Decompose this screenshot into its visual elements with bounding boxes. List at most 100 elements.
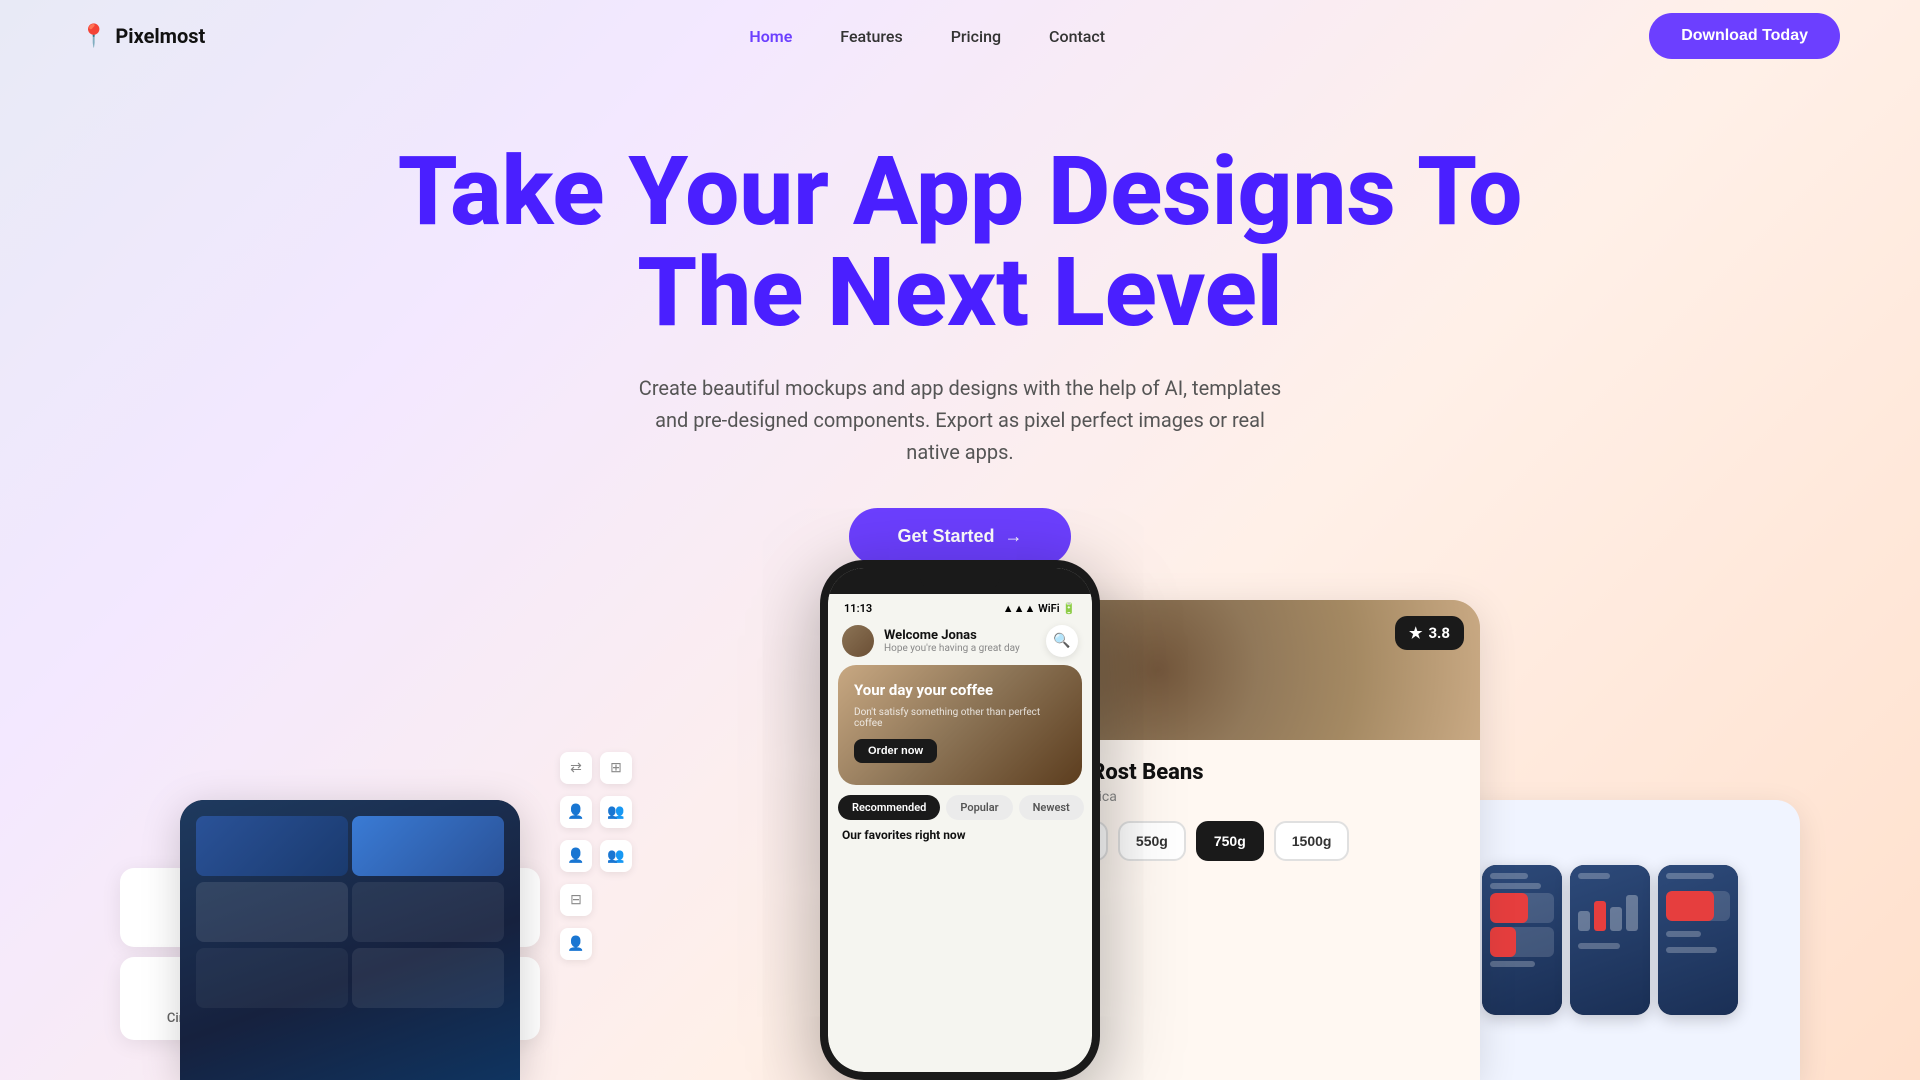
icon-row-4: ⊟ [560, 884, 632, 916]
hero-headline-line1: Take Your App Designs To [398, 136, 1523, 248]
icon-box-6[interactable]: 👥 [600, 840, 632, 872]
hero-section: Take Your App Designs To The Next Level … [0, 72, 1920, 565]
brd-bar-fill-1 [1490, 893, 1528, 923]
brd-line-4 [1578, 873, 1610, 879]
nav-item-pricing[interactable]: Pricing [951, 27, 1001, 46]
icon-box-4[interactable]: 👥 [600, 796, 632, 828]
icon-box-1[interactable]: ⇄ [560, 752, 592, 784]
nav-item-contact[interactable]: Contact [1049, 27, 1105, 46]
icon-row-3: 👤 👥 [560, 840, 632, 872]
nav-link-pricing[interactable]: Pricing [951, 27, 1001, 46]
hero-subtitle: Create beautiful mockups and app designs… [630, 372, 1290, 468]
phone-banner-text: Your day your coffee [854, 681, 1066, 701]
mini-bar-1 [1578, 911, 1590, 931]
brd-phone-1 [1482, 865, 1562, 1015]
phone-status-bar: 11:13 ▲▲▲ WiFi 🔋 [828, 594, 1092, 619]
brd-bar-fill-3 [1666, 891, 1714, 921]
phone-header: Welcome Jonas Hope you're having a great… [828, 619, 1092, 665]
brd-bar-fill-2 [1490, 927, 1516, 957]
hero-headline: Take Your App Designs To The Next Level [360, 142, 1560, 344]
phone-greeting-sub: Hope you're having a great day [884, 643, 1036, 654]
device-screen-row-3 [196, 948, 504, 1008]
logo-text: Pixelmost [115, 24, 205, 48]
dsr-thumb-4 [352, 882, 504, 942]
nav-link-features[interactable]: Features [840, 27, 902, 46]
logo-icon: 📍 [80, 24, 107, 49]
phone-banner: Your day your coffee Don't satisfy somet… [838, 665, 1082, 785]
device-bottom-left [180, 800, 520, 1080]
get-started-arrow-icon: → [1005, 526, 1023, 547]
icon-box-7[interactable]: ⊟ [560, 884, 592, 916]
brd-bar-3 [1666, 891, 1730, 921]
icon-box-5[interactable]: 👤 [560, 840, 592, 872]
brd-phone-3 [1658, 865, 1738, 1015]
brd-screen-2 [1570, 865, 1650, 1015]
order-now-button[interactable]: Order now [854, 739, 937, 763]
nav-item-features[interactable]: Features [840, 27, 902, 46]
nav-link-contact[interactable]: Contact [1049, 27, 1105, 46]
nav-links: Home Features Pricing Contact [749, 27, 1105, 46]
size-750g-button[interactable]: 750g [1196, 821, 1264, 861]
get-started-button[interactable]: Get Started → [849, 508, 1070, 565]
dsr-thumb-3 [196, 882, 348, 942]
icon-row-2: 👤 👥 [560, 796, 632, 828]
product-rating: ★ 3.8 [1395, 616, 1464, 650]
icon-box-8[interactable]: 👤 [560, 928, 592, 960]
dsr-thumb-6 [352, 948, 504, 1008]
device-screen-row-1 [196, 816, 504, 876]
phone-tabs: Recommended Popular Newest [828, 795, 1092, 828]
tab-recommended[interactable]: Recommended [838, 795, 940, 820]
size-1500g-button[interactable]: 1500g [1274, 821, 1350, 861]
product-name: Gold Rost Beans [1040, 760, 1460, 785]
phone-screen: 11:13 ▲▲▲ WiFi 🔋 Welcome Jonas Hope you'… [828, 568, 1092, 1072]
phone-banner-subtitle: Don't satisfy something other than perfe… [854, 707, 1066, 729]
mini-bar-2 [1594, 901, 1606, 931]
icon-row-5: 👤 [560, 928, 632, 960]
dsr-thumb-5 [196, 948, 348, 1008]
logo[interactable]: 📍 Pixelmost [80, 24, 205, 49]
navbar: 📍 Pixelmost Home Features Pricing Contac… [0, 0, 1920, 72]
rating-value: 3.8 [1428, 624, 1450, 642]
brd-line-1 [1490, 873, 1528, 879]
nav-link-home[interactable]: Home [749, 27, 792, 46]
device-screen [180, 800, 520, 1080]
phone-greeting-name: Welcome Jonas [884, 628, 1036, 643]
nav-item-home[interactable]: Home [749, 27, 792, 46]
device-screen-row-2 [196, 882, 504, 942]
download-today-button[interactable]: Download Today [1649, 13, 1840, 59]
phone-search-button[interactable]: 🔍 [1046, 625, 1078, 657]
phone-avatar [842, 625, 874, 657]
phone-greeting: Welcome Jonas Hope you're having a great… [874, 628, 1046, 654]
phone-notch [920, 568, 1000, 590]
icon-row-1: ⇄ ⊞ [560, 752, 632, 784]
brd-bar-2 [1490, 927, 1554, 957]
icon-sidebar: ⇄ ⊞ 👤 👥 👤 👥 ⊟ 👤 [560, 752, 632, 960]
phone-section-title: Our favorites right now [828, 828, 1092, 850]
phone-mockup-main: 11:13 ▲▲▲ WiFi 🔋 Welcome Jonas Hope you'… [820, 560, 1100, 1080]
brd-phone-2 [1570, 865, 1650, 1015]
product-sizes: 350g 550g 750g 1500g [1040, 821, 1460, 861]
brd-line-3 [1490, 961, 1535, 967]
icon-box-3[interactable]: 👤 [560, 796, 592, 828]
brd-line-8 [1666, 947, 1717, 953]
brd-line-2 [1490, 883, 1541, 889]
tab-newest[interactable]: Newest [1019, 795, 1084, 820]
icon-box-2[interactable]: ⊞ [600, 752, 632, 784]
brd-line-5 [1578, 943, 1620, 949]
brd-screen-1 [1482, 865, 1562, 1015]
tab-popular[interactable]: Popular [946, 795, 1012, 820]
size-550g-button[interactable]: 550g [1118, 821, 1186, 861]
dsr-thumb-2 [352, 816, 504, 876]
brd-line-7 [1666, 931, 1701, 937]
mini-bar-4 [1626, 895, 1638, 931]
hero-headline-line2: The Next Level [637, 237, 1282, 349]
product-origin: South Africa [1040, 789, 1460, 805]
mini-bar-3 [1610, 907, 1622, 931]
get-started-label: Get Started [897, 526, 994, 547]
brd-line-6 [1666, 873, 1714, 879]
phone-signal-icon: ▲▲▲ WiFi 🔋 [1003, 602, 1076, 615]
phone-time: 11:13 [844, 602, 872, 615]
brd-bar-1 [1490, 893, 1554, 923]
brd-screen-3 [1658, 865, 1738, 1015]
star-icon: ★ [1409, 624, 1422, 642]
